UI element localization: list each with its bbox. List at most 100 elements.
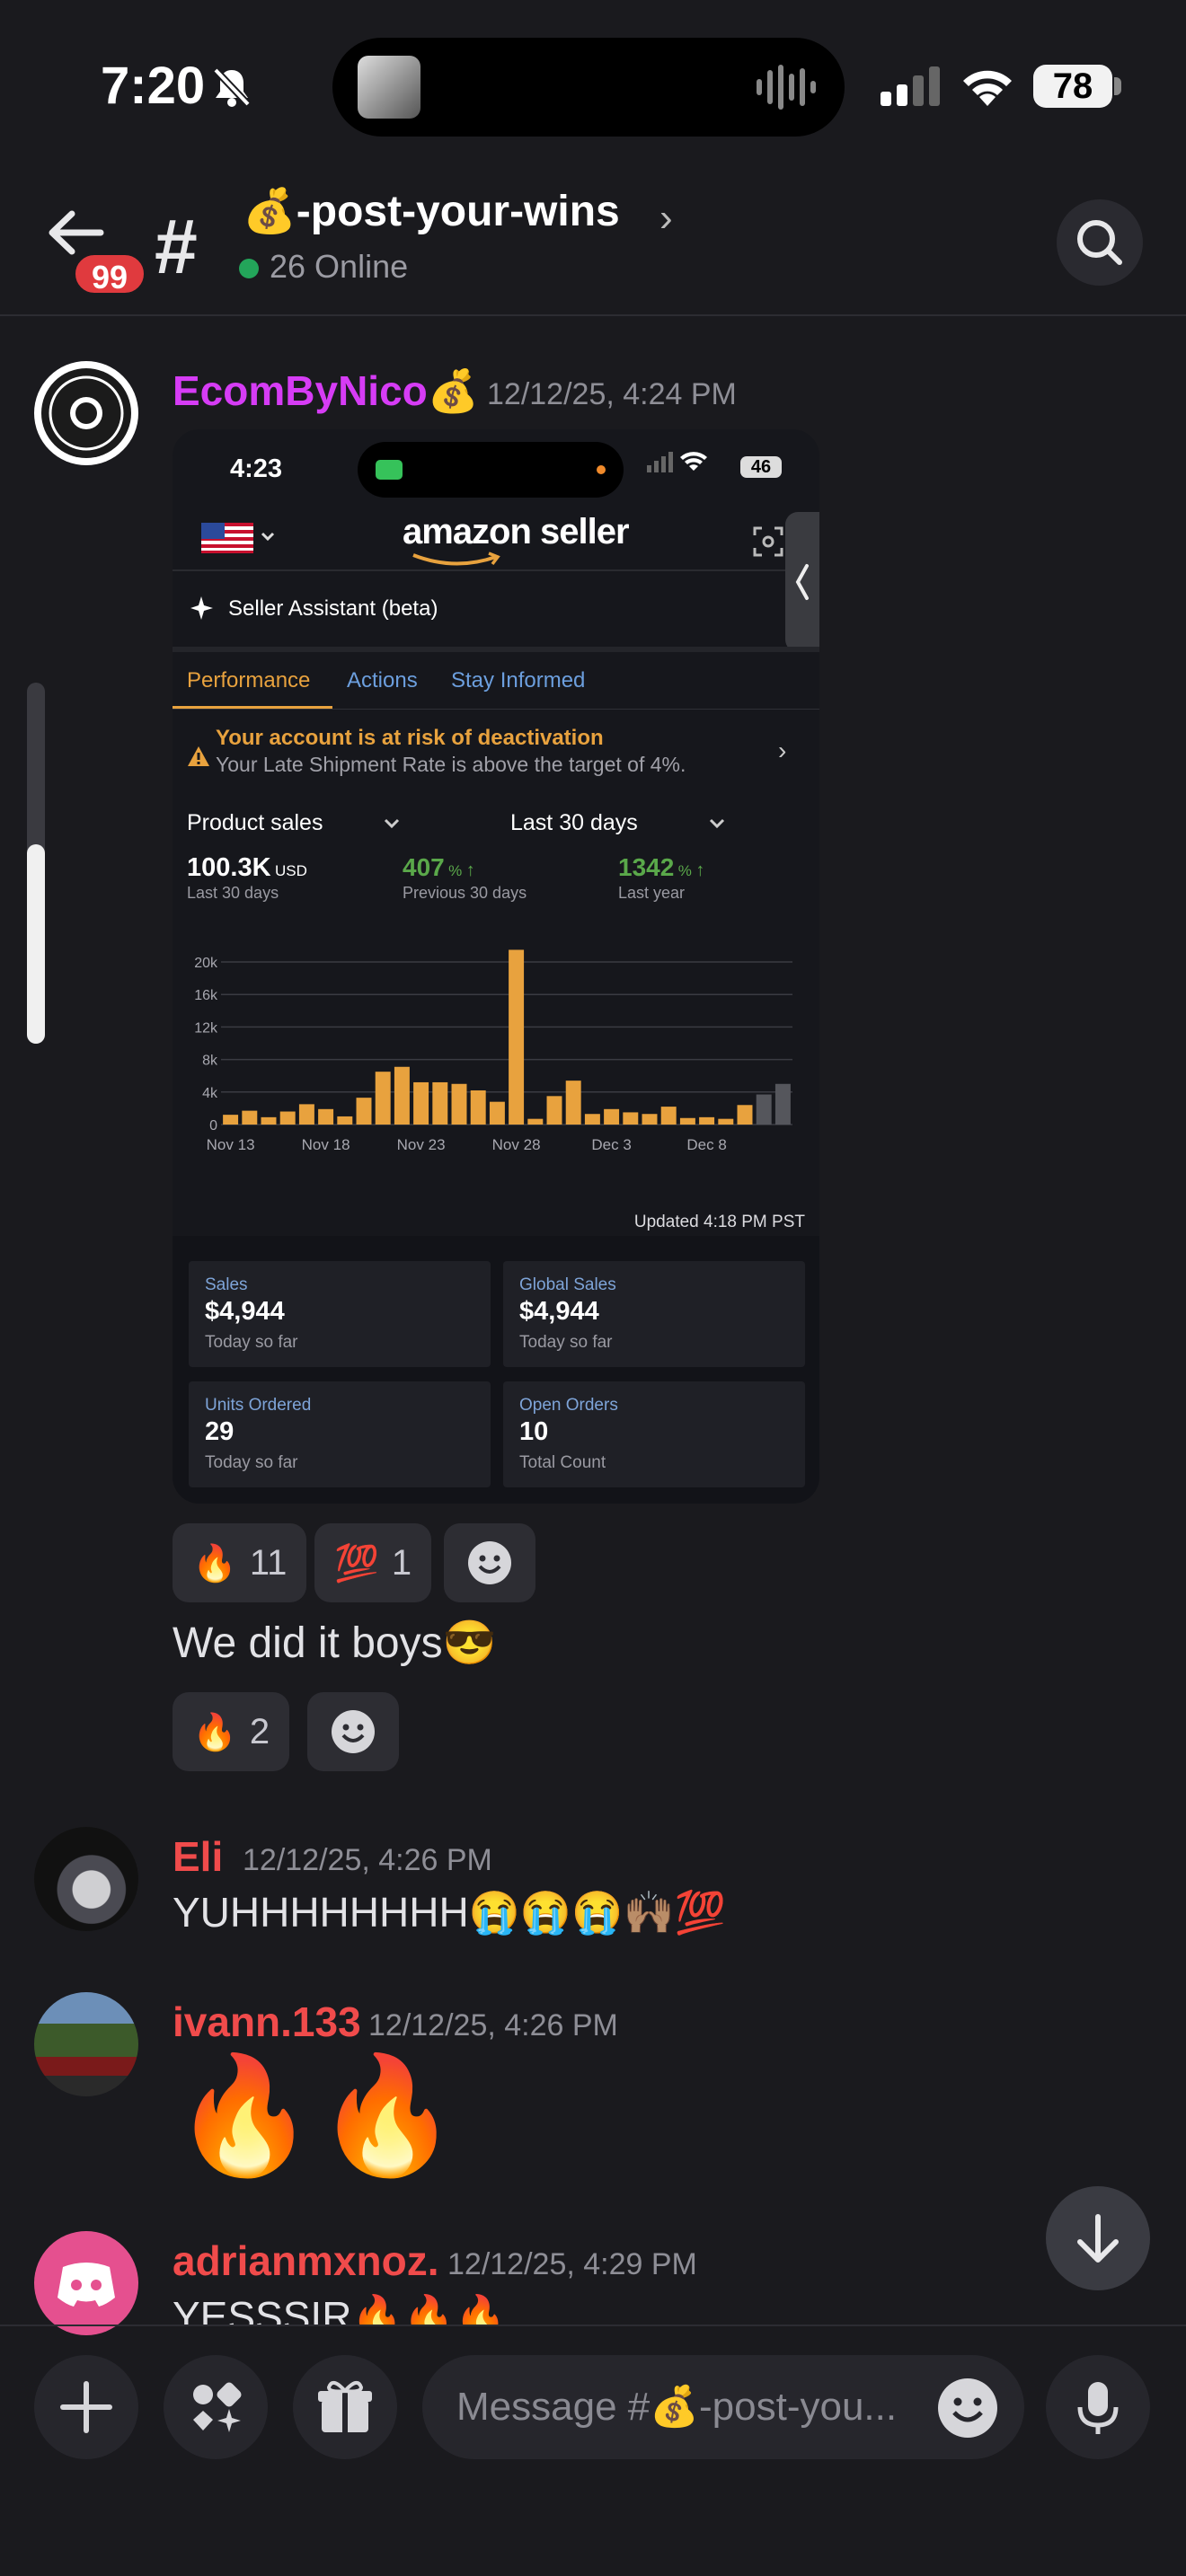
kpi-unit: % xyxy=(677,862,692,879)
global-sales-card[interactable]: Global Sales $4,944 Today so far xyxy=(503,1261,805,1367)
range-dropdown[interactable]: Last 30 days xyxy=(510,810,638,836)
reaction-fire[interactable]: 🔥 2 xyxy=(173,1692,290,1771)
alert-body: Your Late Shipment Rate is above the tar… xyxy=(216,753,686,776)
chart-bar xyxy=(318,1108,334,1125)
jump-to-present-button[interactable] xyxy=(1046,2186,1150,2290)
channel-title[interactable]: 💰-post-your-wins xyxy=(243,185,620,236)
username[interactable]: EcomByNico💰 xyxy=(173,366,479,416)
chevron-right-icon[interactable]: › xyxy=(659,196,673,241)
online-count: 26 Online xyxy=(270,248,409,285)
chart-bar xyxy=(298,1104,314,1125)
chart-bar xyxy=(584,1114,600,1125)
reaction-hundred[interactable]: 💯 1 xyxy=(314,1523,432,1602)
attach-button[interactable] xyxy=(34,2355,138,2459)
alert-chevron-icon[interactable]: › xyxy=(778,737,786,765)
username[interactable]: Eli xyxy=(173,1832,223,1881)
message-input[interactable]: Message #💰-post-you... xyxy=(422,2355,1024,2459)
attachment-dynamic-island xyxy=(358,442,624,498)
tabs-divider xyxy=(173,709,819,710)
search-icon xyxy=(1077,220,1122,265)
chart-bar xyxy=(394,1066,410,1125)
username[interactable]: adrianmxnoz. xyxy=(173,2236,439,2285)
avatar[interactable] xyxy=(34,361,138,465)
kpi-unit: USD xyxy=(274,862,307,879)
image-attachment[interactable]: 4:23 46 amazon seller Seller Assistant (… xyxy=(173,429,819,1504)
chevron-down-icon[interactable] xyxy=(708,817,726,834)
chart-bar xyxy=(756,1094,772,1125)
reaction-fire[interactable]: 🔥 11 xyxy=(173,1523,307,1602)
app-divider xyxy=(173,569,785,571)
card-value: $4,944 xyxy=(205,1297,285,1326)
chart-bar xyxy=(432,1081,448,1125)
composer-divider xyxy=(0,2325,1186,2326)
x-tick-label: Nov 23 xyxy=(397,1136,446,1153)
apps-icon xyxy=(193,2382,242,2432)
gift-icon xyxy=(318,2380,372,2432)
facetime-icon xyxy=(376,460,403,480)
gift-button[interactable] xyxy=(293,2355,397,2459)
avatar[interactable] xyxy=(34,1992,138,2096)
chart-bar xyxy=(660,1107,677,1125)
y-tick-label: 8k xyxy=(202,1054,218,1069)
voice-message-button[interactable] xyxy=(1046,2355,1150,2459)
kpi-label: Last year xyxy=(618,884,686,902)
chart-bar xyxy=(413,1081,429,1125)
scroll-thumb[interactable] xyxy=(27,844,45,1044)
sparkle-icon xyxy=(190,595,217,626)
card-label: Global Sales xyxy=(519,1275,616,1294)
smiley-icon xyxy=(952,2397,983,2422)
status-time: 7:20 xyxy=(101,57,206,115)
wifi-icon xyxy=(960,61,1015,110)
chevron-down-icon[interactable] xyxy=(383,817,401,834)
alert-title[interactable]: Your account is at risk of deactivation xyxy=(216,726,604,751)
units-ordered-card[interactable]: Units Ordered 29 Today so far xyxy=(189,1381,491,1487)
side-panel-handle[interactable] xyxy=(785,512,819,652)
dynamic-island xyxy=(332,38,845,137)
timestamp: 12/12/25, 4:26 PM xyxy=(368,2008,618,2042)
x-tick-label: Dec 3 xyxy=(591,1136,631,1153)
avatar[interactable] xyxy=(34,1827,138,1931)
chart-bar xyxy=(604,1108,620,1125)
smiley-icon xyxy=(468,1541,511,1584)
card-label: Open Orders xyxy=(519,1396,618,1415)
add-reaction-button[interactable] xyxy=(444,1523,535,1602)
kpi-unit: % xyxy=(448,862,463,879)
tab-stay-informed[interactable]: Stay Informed xyxy=(451,668,585,693)
scan-icon[interactable] xyxy=(753,526,783,561)
chart-bar xyxy=(470,1090,486,1125)
chart-bar xyxy=(223,1115,239,1125)
chart-bar xyxy=(509,949,525,1125)
chart-bar xyxy=(642,1114,658,1125)
search-button[interactable] xyxy=(1057,199,1143,286)
arrow-down-icon xyxy=(1077,2214,1119,2263)
reaction-count: 1 xyxy=(391,1542,412,1583)
chart-bar xyxy=(451,1083,467,1125)
battery-level: 78 xyxy=(1033,65,1112,108)
attachment-signal-icon xyxy=(647,449,715,477)
add-reaction-button[interactable] xyxy=(307,1692,399,1771)
arrow-up-icon: ↑ xyxy=(465,860,475,880)
reaction-count: 11 xyxy=(249,1542,288,1583)
timestamp: 12/12/25, 4:26 PM xyxy=(243,1843,492,1877)
updated-label: Updated 4:18 PM PST xyxy=(633,1213,805,1231)
emoji-picker-button[interactable] xyxy=(938,2378,997,2438)
sales-card[interactable]: Sales $4,944 Today so far xyxy=(189,1261,491,1367)
chart-bar xyxy=(279,1111,296,1125)
open-orders-card[interactable]: Open Orders 10 Total Count xyxy=(503,1381,805,1487)
username[interactable]: ivann.133 xyxy=(173,1998,361,2046)
battery-nub xyxy=(1114,77,1121,95)
seller-assistant-label[interactable]: Seller Assistant (beta) xyxy=(228,596,438,622)
tab-performance[interactable]: Performance xyxy=(187,668,310,693)
kpi-label: Last 30 days xyxy=(187,884,279,902)
warning-icon xyxy=(187,745,210,772)
apps-button[interactable] xyxy=(164,2355,268,2459)
card-value: 10 xyxy=(519,1417,549,1446)
message-text: We did it boys😎 xyxy=(173,1619,497,1667)
chart-bar xyxy=(527,1118,544,1125)
kpi-sales: 100.3K USD xyxy=(187,853,307,883)
kpi-value: 407 xyxy=(403,853,445,881)
fire-emoji-icon: 🔥 xyxy=(192,1712,237,1752)
chart-bar xyxy=(375,1072,391,1125)
metric-dropdown[interactable]: Product sales xyxy=(187,810,323,836)
tab-actions[interactable]: Actions xyxy=(347,668,418,693)
